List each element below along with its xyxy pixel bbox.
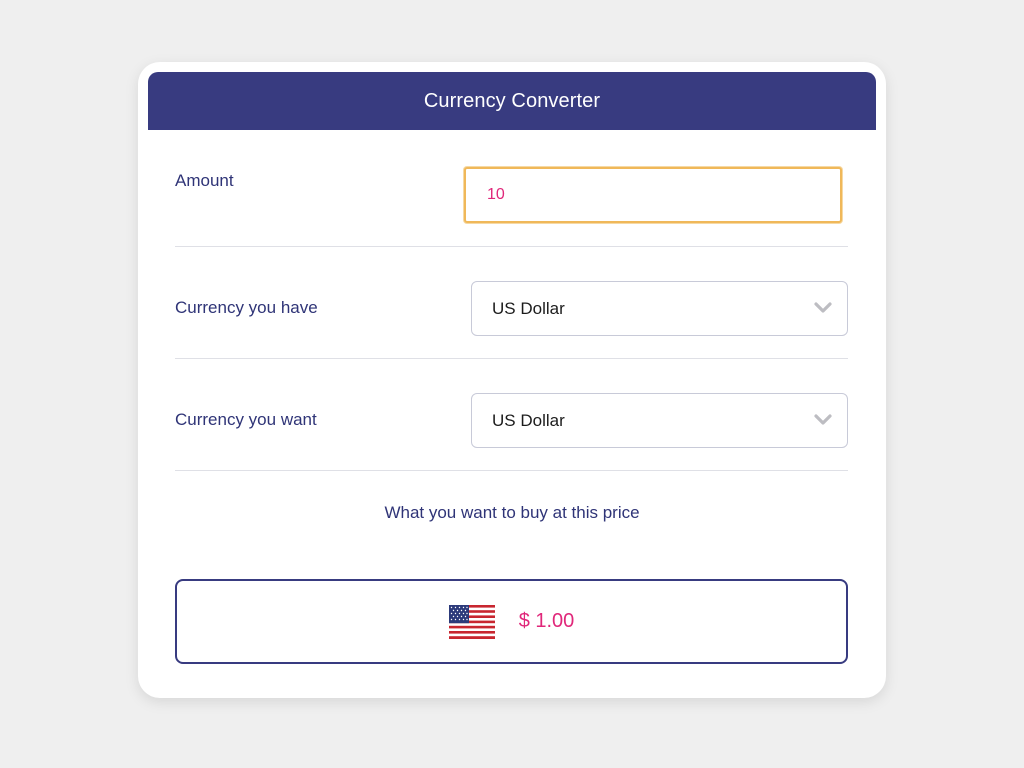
divider — [175, 246, 848, 247]
currency-want-label: Currency you want — [175, 410, 317, 429]
currency-have-select[interactable]: US Dollar — [471, 281, 848, 336]
currency-have-value: US Dollar — [492, 298, 565, 318]
amount-input[interactable] — [464, 167, 842, 223]
us-flag-icon — [448, 604, 495, 639]
header-bar: Currency Converter — [148, 72, 876, 130]
chevron-down-icon — [814, 414, 832, 425]
amount-label: Amount — [175, 171, 234, 190]
page-title: Currency Converter — [423, 89, 601, 112]
currency-want-select[interactable]: US Dollar — [471, 393, 848, 448]
divider — [175, 358, 848, 359]
currency-want-value: US Dollar — [492, 410, 565, 430]
result-value: $ 1.00 — [518, 610, 575, 632]
chevron-down-icon — [814, 302, 832, 313]
divider — [175, 470, 848, 471]
converter-card: Currency Converter Amount Currency you h… — [138, 62, 886, 698]
result-box: $ 1.00 — [175, 579, 848, 664]
currency-have-label: Currency you have — [175, 298, 318, 317]
result-caption: What you want to buy at this price — [384, 503, 640, 522]
